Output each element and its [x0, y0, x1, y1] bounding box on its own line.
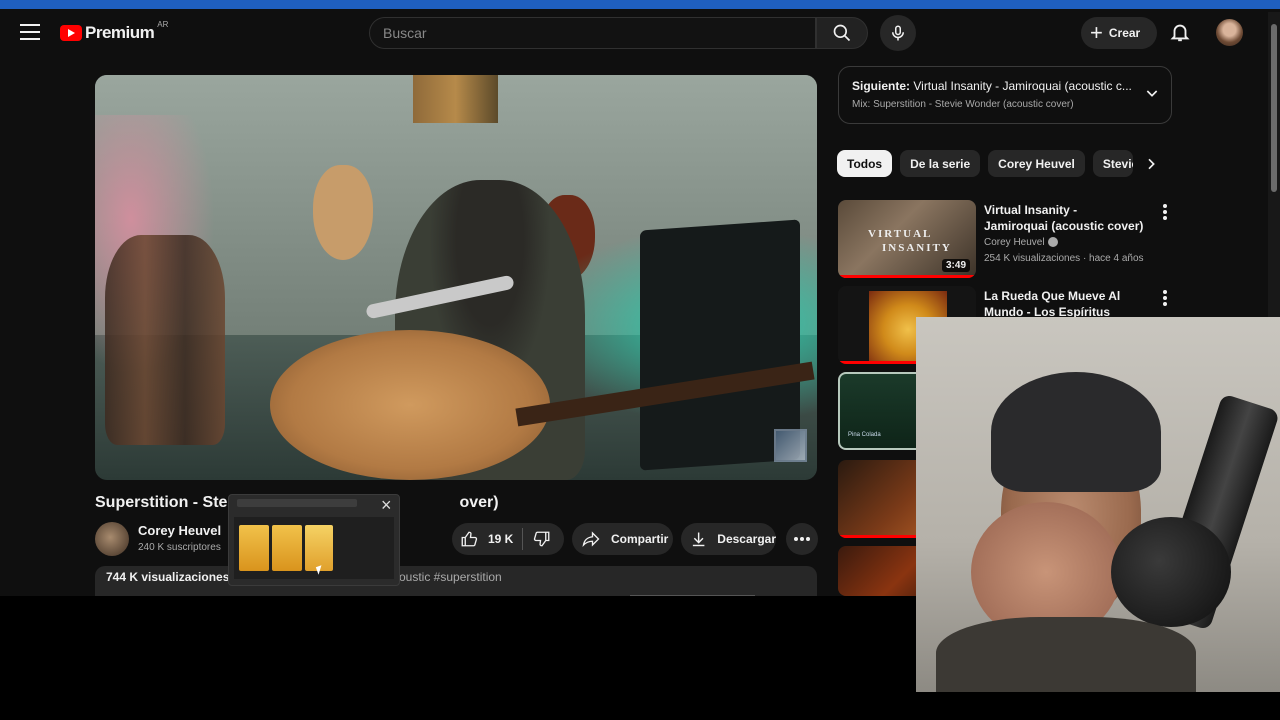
more-actions-button[interactable]: [786, 523, 818, 555]
like-dislike-group: 19 K: [452, 523, 564, 555]
chip-de-la-serie[interactable]: De la serie: [900, 150, 981, 177]
voice-search-button[interactable]: [880, 15, 916, 51]
chevron-down-icon[interactable]: [1144, 85, 1160, 101]
more-horizontal-icon: [794, 537, 810, 541]
share-button[interactable]: Compartir: [572, 523, 673, 555]
search-button[interactable]: [816, 17, 868, 49]
filter-chips: Todos De la serie Corey Heuvel Stevie: [837, 150, 1141, 177]
webcam-overlay: [916, 317, 1280, 692]
recommendation-meta: 254 K visualizaciones · hace 4 años: [984, 253, 1144, 264]
share-label: Compartir: [611, 532, 669, 546]
scrollbar-thumb[interactable]: [1271, 24, 1277, 192]
chip-stevie[interactable]: Stevie: [1092, 150, 1133, 177]
description-hashtags[interactable]: oustic #superstition: [399, 570, 502, 584]
download-label: Descargar: [717, 532, 776, 546]
create-button[interactable]: + Crear: [1081, 17, 1157, 49]
recommendation-thumbnail[interactable]: VIRTUAL INSANITY 3:49: [838, 200, 976, 278]
dislike-button[interactable]: [523, 530, 551, 548]
notifications-button[interactable]: [1169, 21, 1191, 48]
subscriber-count: 240 K suscriptores: [138, 542, 221, 553]
download-button[interactable]: Descargar: [681, 523, 776, 555]
search-box: [369, 17, 816, 49]
video-title-end: over): [459, 494, 499, 511]
recommendation-title[interactable]: Virtual Insanity - Jamiroquai (acoustic …: [984, 202, 1144, 234]
view-count: 744 K visualizaciones: [106, 570, 230, 584]
recommendation-channel[interactable]: Corey Heuvel: [984, 237, 1058, 248]
chip-corey-heuvel[interactable]: Corey Heuvel: [988, 150, 1085, 177]
chip-todos[interactable]: Todos: [837, 150, 893, 177]
bell-icon: [1170, 24, 1190, 42]
youtube-logo-icon: [60, 25, 82, 41]
dislike-icon: [533, 531, 550, 547]
like-count: 19 K: [488, 532, 514, 546]
menu-icon[interactable]: [20, 24, 40, 40]
search-icon: [833, 24, 851, 42]
create-label: Crear: [1108, 26, 1141, 40]
close-icon[interactable]: ×: [381, 495, 392, 516]
up-next-mix-name: Mix: Superstition - Stevie Wonder (acous…: [852, 99, 1074, 110]
preview-title-bar: [237, 499, 357, 507]
recommendation-item[interactable]: VIRTUAL INSANITY 3:49 Virtual Insanity -…: [838, 200, 1168, 280]
download-icon: [692, 532, 705, 547]
like-icon: [461, 531, 478, 547]
video-duration: 3:49: [941, 259, 970, 272]
recommendation-title[interactable]: La Rueda Que Mueve Al Mundo - Los Espíri…: [984, 288, 1144, 320]
channel-avatar[interactable]: [95, 522, 129, 556]
watch-progress-bar: [838, 275, 976, 278]
youtube-premium-logo[interactable]: Premium AR: [60, 19, 169, 43]
channel-name[interactable]: Corey Heuvel: [138, 523, 221, 538]
chevron-right-icon[interactable]: [1143, 156, 1159, 172]
share-icon: [582, 531, 600, 547]
search-input[interactable]: [370, 18, 815, 48]
video-title-start: Superstition - Ste: [95, 494, 228, 511]
channel-watermark[interactable]: [774, 429, 807, 462]
up-next-title: Siguiente: Virtual Insanity - Jamiroquai…: [852, 79, 1132, 93]
plus-icon: +: [1090, 20, 1103, 45]
up-next-mix-panel[interactable]: Siguiente: Virtual Insanity - Jamiroquai…: [838, 66, 1172, 124]
verified-icon: [1047, 237, 1058, 248]
like-button[interactable]: 19 K: [452, 530, 522, 548]
browser-top-strip: [0, 0, 1280, 9]
logo-wordmark: Premium: [85, 23, 155, 42]
video-player[interactable]: [95, 75, 817, 480]
more-vertical-icon[interactable]: [1162, 290, 1168, 306]
more-vertical-icon[interactable]: [1162, 204, 1168, 220]
microphone-icon: [892, 25, 904, 41]
taskbar-window-preview[interactable]: ×: [228, 494, 400, 586]
user-avatar[interactable]: [1216, 19, 1243, 46]
region-code: AR: [157, 19, 169, 29]
